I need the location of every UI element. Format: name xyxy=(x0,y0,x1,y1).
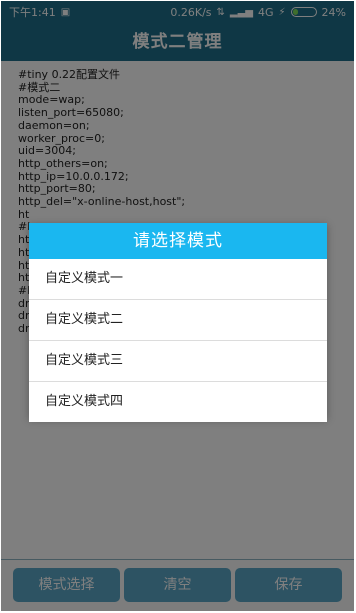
dialog-option-mode-2[interactable]: 自定义模式二 xyxy=(29,300,327,341)
dialog-option-mode-3[interactable]: 自定义模式三 xyxy=(29,341,327,382)
dialog-option-mode-1[interactable]: 自定义模式一 xyxy=(29,259,327,300)
app-frame: 下午1:41 ▣ 0.26K/s ⇅ ▂▃▅ 4G ⚡ 24% 模式二管理 #t… xyxy=(1,1,354,611)
dialog-option-mode-4[interactable]: 自定义模式四 xyxy=(29,382,327,422)
mode-select-dialog: 请选择模式 自定义模式一 自定义模式二 自定义模式三 自定义模式四 xyxy=(29,223,327,422)
dialog-title: 请选择模式 xyxy=(29,223,327,259)
